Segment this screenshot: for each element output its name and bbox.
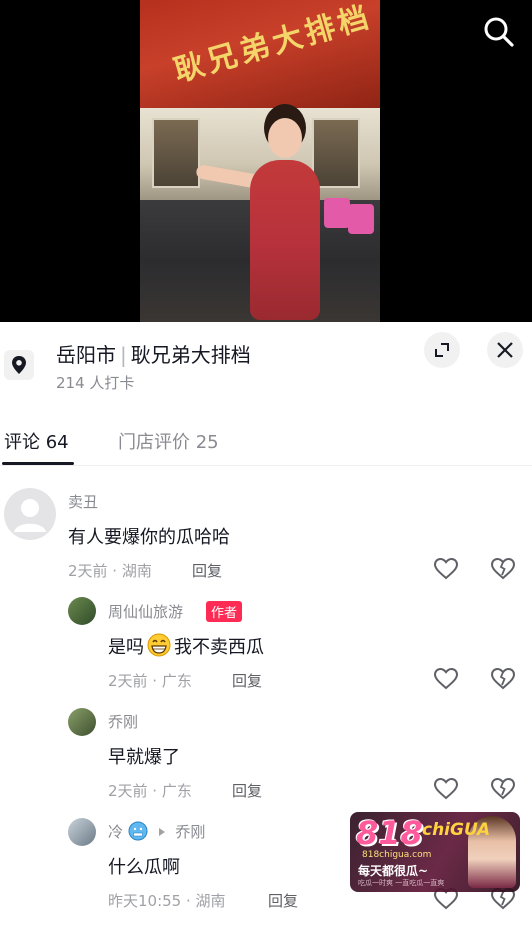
watermark-url: 818chigua.com (362, 850, 432, 860)
comment-text: 早就爆了 (108, 747, 180, 768)
reply-button[interactable]: 回复 (268, 890, 298, 911)
watermark-ad: 818 chiGUA 818chigua.com 每天都很瓜~ 吃瓜一时爽 一直… (350, 812, 520, 892)
reply-to-name: 乔刚 (175, 823, 206, 841)
close-button[interactable] (487, 332, 523, 368)
active-tab-indicator (2, 462, 74, 465)
woman-head (268, 118, 302, 158)
map-pin-icon (4, 350, 34, 380)
comment-meta: 昨天10:55 · 湖南 (108, 892, 226, 910)
comment-author-name: 冷 (108, 823, 124, 841)
comment-text: 是吗 我不卖西瓜 (108, 633, 264, 659)
search-icon[interactable] (482, 15, 516, 49)
triangle-right-icon (158, 828, 165, 836)
avatar[interactable] (68, 818, 96, 846)
avatar[interactable] (68, 597, 96, 625)
tab-store-reviews[interactable]: 门店评价 25 (118, 428, 219, 454)
comment-meta: 2天前 · 湖南 (68, 562, 152, 580)
location-title[interactable]: 岳阳市 | 耿兄弟大排档 (56, 339, 251, 368)
shop-window (152, 118, 200, 188)
grin-emoji-icon (147, 633, 171, 657)
reply-button[interactable]: 回复 (232, 670, 262, 691)
comment-text-part: 是吗 (108, 637, 144, 658)
comment-text: 什么瓜啊 (108, 857, 180, 878)
heart-outline-icon[interactable] (433, 556, 459, 582)
place-name: 耿兄弟大排档 (130, 343, 251, 367)
comment-author[interactable]: 乔刚 (108, 711, 138, 732)
reply-button[interactable]: 回复 (232, 780, 262, 801)
comment-meta: 2天前 · 广东 (108, 782, 192, 800)
broken-heart-icon[interactable] (490, 776, 516, 802)
video-frame: 耿兄弟大排档 (140, 0, 380, 322)
city-name: 岳阳市 (56, 343, 116, 367)
cold-face-emoji-icon (128, 821, 148, 841)
comment-meta: 2天前 · 广东 (108, 672, 192, 690)
close-icon (497, 342, 513, 358)
watermark-small-text: 吃瓜一时爽 一直吃瓜一直爽 (358, 879, 445, 887)
checkin-count: 214 人打卡 (56, 374, 135, 392)
heart-outline-icon[interactable] (433, 666, 459, 692)
shop-window (312, 118, 360, 188)
avatar[interactable] (68, 708, 96, 736)
avatar[interactable] (4, 488, 56, 540)
woman-red-dress (250, 160, 320, 320)
pink-chair (348, 204, 374, 234)
watermark-slogan: 每天都很瓜~ (358, 864, 429, 878)
comment-author[interactable]: 卖丑 (68, 491, 98, 512)
comment-author[interactable]: 周仙仙旅游 (108, 601, 183, 622)
comments-screen: 耿兄弟大排档 岳阳市 | 耿兄弟大排档 214 人打卡 评论 64 门店评价 2… (0, 0, 532, 931)
expand-button[interactable] (424, 332, 460, 368)
broken-heart-icon[interactable] (490, 666, 516, 692)
expand-icon (435, 343, 449, 357)
comment-author[interactable]: 冷 乔刚 (108, 821, 205, 842)
author-badge: 作者 (206, 601, 243, 622)
comment-text: 有人要爆你的瓜哈哈 (68, 527, 230, 548)
reply-button[interactable]: 回复 (192, 560, 222, 581)
watermark-word: chiGUA (422, 820, 491, 840)
title-separator: | (120, 343, 127, 367)
comment-text-part: 我不卖西瓜 (174, 637, 264, 658)
heart-outline-icon[interactable] (433, 776, 459, 802)
video-player[interactable]: 耿兄弟大排档 (0, 0, 532, 322)
tab-bar: 评论 64 门店评价 25 (0, 418, 532, 466)
pink-chair (324, 198, 350, 228)
broken-heart-icon[interactable] (490, 556, 516, 582)
watermark-number: 818 (356, 814, 423, 852)
tab-comments[interactable]: 评论 64 (4, 428, 69, 454)
default-avatar-icon (14, 499, 46, 532)
